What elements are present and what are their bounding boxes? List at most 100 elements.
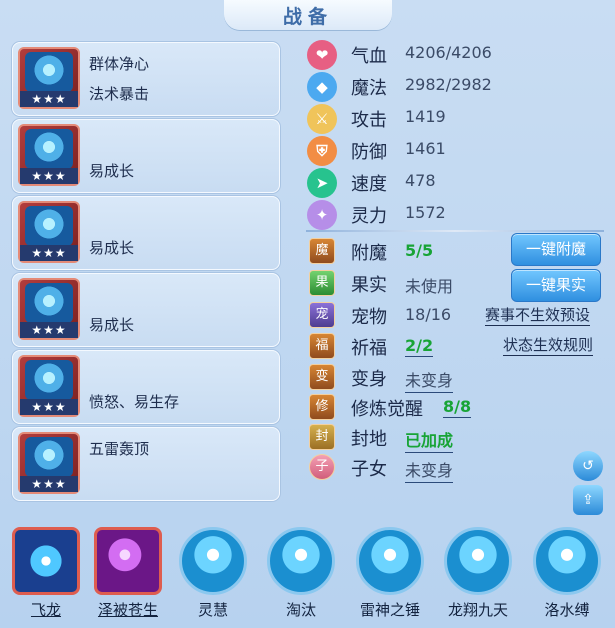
special-label: 宠物 — [351, 307, 387, 328]
equipment-art — [25, 206, 73, 246]
special-label: 祈福 — [351, 338, 387, 359]
bottom-skill-bar: 飞龙 泽被苍生 灵慧 淘汰 雷神之锤 龙翔九天 洛水缚 — [0, 518, 615, 628]
spirit-icon: ✦ — [307, 200, 337, 230]
equipment-art — [25, 129, 73, 169]
special-row-fief: 封 封地 已加成 — [307, 424, 607, 453]
speed-icon: ➤ — [307, 168, 337, 198]
star-rating: ★★★ — [20, 399, 78, 415]
panel-title: 战备 — [282, 6, 333, 28]
equipment-art — [25, 52, 73, 92]
attr-value: 1419 — [405, 107, 446, 126]
special-value: 2/2 — [405, 336, 434, 357]
special-label: 变身 — [351, 369, 387, 390]
equipment-line-2: 易成长 — [89, 162, 135, 180]
attr-label: 魔法 — [351, 78, 387, 99]
pet-icon: 宠 — [309, 302, 335, 328]
battle-prep-panel: 战备 ★★★ 群体净心 法术暴击 ★★★ 易成长 ★★★ 易成长 ★★★ 易成长… — [0, 0, 615, 628]
equipment-art — [25, 437, 73, 477]
dragon-icon[interactable] — [12, 527, 80, 595]
transform-icon: 变 — [309, 364, 335, 390]
equipment-line-2: 愤怒、易生存 — [89, 393, 180, 411]
special-row-transform: 变 变身 未变身 — [307, 364, 607, 393]
cultivation-icon: 修 — [309, 394, 335, 420]
diamond-icon: ◆ — [307, 72, 337, 102]
children-icon: 子 — [309, 454, 335, 480]
skill-label: 泽被苍生 — [97, 601, 158, 619]
star-rating: ★★★ — [20, 322, 78, 338]
water-bind-icon[interactable] — [533, 527, 601, 595]
share-icon[interactable]: ⇪ — [573, 485, 603, 515]
soaring-icon[interactable] — [444, 527, 512, 595]
wisdom-icon[interactable] — [179, 527, 247, 595]
special-value[interactable]: 8/8 — [443, 397, 472, 418]
special-label: 封地 — [351, 429, 387, 450]
attr-row-mp: ◆ 魔法 2982/2982 — [307, 72, 607, 102]
equipment-line-1: 五雷轰顶 — [89, 440, 150, 458]
skill-label: 雷神之锤 — [359, 601, 420, 619]
hammer-icon[interactable] — [356, 527, 424, 595]
attr-value: 4206/4206 — [405, 43, 492, 62]
special-row-cultivation: 修 修炼觉醒 8/8 — [307, 394, 607, 422]
equipment-line-2: 易成长 — [89, 316, 135, 334]
title-bar: 战备 — [0, 0, 615, 34]
attr-value: 1572 — [405, 203, 446, 222]
state-rules-link[interactable]: 状态生效规则 — [503, 334, 594, 356]
star-rating: ★★★ — [20, 91, 78, 107]
event-preset-link[interactable]: 赛事不生效预设 — [485, 304, 591, 326]
equipment-card[interactable]: ★★★ 易成长 — [12, 273, 280, 347]
equipment-art — [25, 360, 73, 400]
enchant-icon: 魔 — [309, 238, 335, 264]
special-value[interactable]: 已加成 — [405, 427, 454, 453]
equipment-line-2: 法术暴击 — [89, 85, 150, 103]
eliminate-icon[interactable] — [267, 527, 335, 595]
attr-label: 灵力 — [351, 206, 387, 227]
special-value: 未使用 — [405, 277, 454, 296]
shield-icon: ⛨ — [307, 136, 337, 166]
heart-icon: ❤ — [307, 40, 337, 70]
skill-label: 淘汰 — [285, 601, 316, 619]
equipment-art — [25, 283, 73, 323]
special-label: 子女 — [351, 459, 387, 480]
special-label: 修炼觉醒 — [351, 399, 423, 420]
attr-label: 气血 — [351, 46, 387, 67]
refresh-icon[interactable]: ↺ — [573, 451, 603, 481]
blessing-icon: 福 — [309, 333, 335, 359]
equipment-icon: ★★★ — [18, 47, 80, 109]
skill-label: 龙翔九天 — [447, 601, 508, 619]
star-rating: ★★★ — [20, 245, 78, 261]
equipment-icon: ★★★ — [18, 201, 80, 263]
skill-label: 灵慧 — [197, 601, 228, 619]
equipment-card[interactable]: ★★★ 群体净心 法术暴击 — [12, 42, 280, 116]
attr-label: 防御 — [351, 142, 387, 163]
fruit-icon: 果 — [309, 270, 335, 296]
equipment-card[interactable]: ★★★ 愤怒、易生存 — [12, 350, 280, 424]
attr-value: 1461 — [405, 139, 446, 158]
equipment-line-2: 易成长 — [89, 239, 135, 257]
attr-label: 速度 — [351, 174, 387, 195]
one-click-fruit-button[interactable]: 一键果实 — [511, 269, 601, 302]
equipment-line-1: 群体净心 — [89, 55, 150, 73]
attr-label: 攻击 — [351, 110, 387, 131]
attr-row-defense: ⛨ 防御 1461 — [307, 136, 607, 166]
equipment-card[interactable]: ★★★ 五雷轰顶 — [12, 427, 280, 501]
attr-row-attack: ⚔ 攻击 1419 — [307, 104, 607, 134]
blessing-hand-icon[interactable] — [94, 527, 162, 595]
special-value[interactable]: 未变身 — [405, 367, 454, 393]
star-rating: ★★★ — [20, 168, 78, 184]
equipment-card[interactable]: ★★★ 易成长 — [12, 119, 280, 193]
one-click-enchant-button[interactable]: 一键附魔 — [511, 233, 601, 266]
attr-row-speed: ➤ 速度 478 — [307, 168, 607, 198]
attr-value: 2982/2982 — [405, 75, 492, 94]
skill-label: 飞龙 — [30, 601, 61, 619]
equipment-icon: ★★★ — [18, 432, 80, 494]
skill-label: 洛水缚 — [544, 601, 590, 619]
star-rating: ★★★ — [20, 476, 78, 492]
equipment-icon: ★★★ — [18, 355, 80, 417]
sword-icon: ⚔ — [307, 104, 337, 134]
equipment-card[interactable]: ★★★ 易成长 — [12, 196, 280, 270]
special-value[interactable]: 未变身 — [405, 457, 454, 483]
special-value: 18/16 — [405, 305, 452, 324]
fief-icon: 封 — [309, 424, 335, 450]
section-divider — [306, 230, 604, 232]
attr-value: 478 — [405, 171, 436, 190]
